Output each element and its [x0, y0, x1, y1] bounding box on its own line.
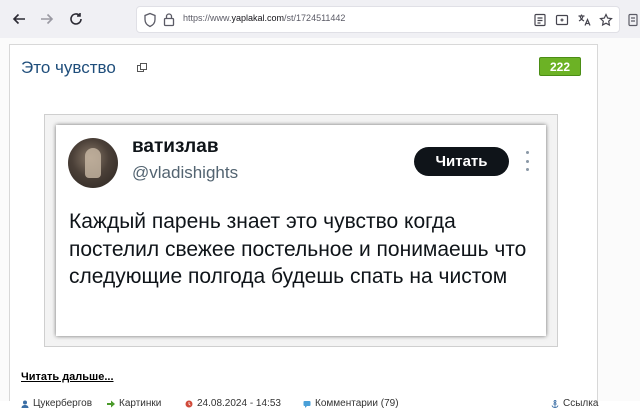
url-prefix: https://www.: [183, 13, 232, 23]
read-more-link[interactable]: Читать дальше...: [21, 371, 114, 383]
back-arrow-icon[interactable]: [9, 9, 29, 29]
meta-comments[interactable]: Комментарии (79): [303, 398, 399, 409]
follow-button: Читать: [414, 147, 509, 176]
tweet-author-handle: @vladishights: [132, 163, 239, 182]
rating-badge[interactable]: 222: [539, 57, 581, 76]
url-host: yaplakal.com: [231, 13, 285, 23]
meta-date: 24.08.2024 - 14:53: [185, 398, 281, 409]
link-label: Ссылка: [563, 398, 599, 409]
meta-link[interactable]: Ссылка: [551, 398, 598, 409]
more-options-icon: [524, 151, 530, 171]
tracking-shield-icon[interactable]: [143, 12, 157, 28]
meta-author[interactable]: Цукербергов: [21, 398, 92, 409]
lock-icon[interactable]: [163, 12, 175, 27]
reload-icon[interactable]: [66, 9, 86, 29]
post-title[interactable]: Это чувство: [21, 58, 116, 78]
forward-arrow-icon[interactable]: [37, 9, 57, 29]
category-name: Картинки: [119, 398, 162, 409]
post-card: Это чувство 222 ватизлав @vladishights Ч…: [9, 44, 598, 409]
url-text[interactable]: https://www.yaplakal.com/st/1724511442: [183, 13, 345, 23]
post-date: 24.08.2024 - 14:53: [197, 398, 281, 409]
meta-category[interactable]: Картинки: [107, 398, 161, 409]
bookmark-star-icon[interactable]: [599, 12, 613, 27]
screenshot-icon[interactable]: [555, 12, 569, 27]
tweet-text: Каждый парень знает это чувство когда по…: [69, 210, 527, 288]
post-image[interactable]: ватизлав @vladishights Читать Каждый пар…: [44, 114, 558, 347]
comments-count: Комментарии (79): [315, 398, 399, 409]
post-meta: Цукербергов Картинки 24.08.2024 - 14:53 …: [21, 398, 598, 410]
extensions-icon[interactable]: [628, 10, 638, 30]
tweet-screenshot: ватизлав @vladishights Читать Каждый пар…: [56, 125, 546, 336]
translate-icon[interactable]: [577, 12, 591, 27]
author-name: Цукербергов: [33, 398, 93, 409]
address-bar[interactable]: https://www.yaplakal.com/st/1724511442: [136, 6, 620, 33]
external-link-icon[interactable]: [137, 63, 147, 73]
page-content: Это чувство 222 ватизлав @vladishights Ч…: [0, 38, 640, 409]
browser-toolbar: https://www.yaplakal.com/st/1724511442: [0, 0, 640, 38]
reader-view-icon[interactable]: [533, 12, 547, 27]
avatar: [68, 138, 118, 188]
tweet-author-name: ватизлав: [132, 136, 219, 157]
url-actions: [533, 12, 613, 27]
url-path: /st/1724511442: [284, 13, 346, 23]
avatar-figure: [85, 148, 101, 178]
